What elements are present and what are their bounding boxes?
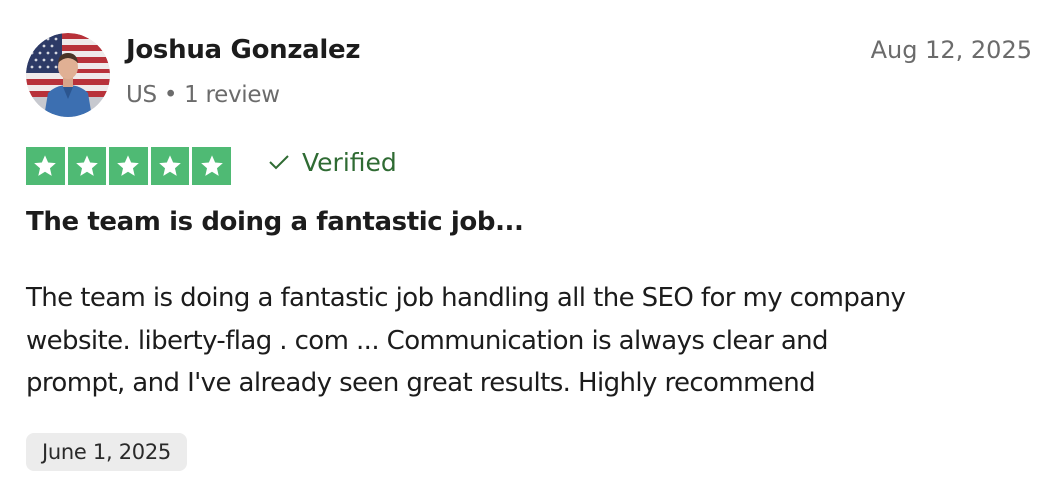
review-body-line: prompt, and I've already seen great resu… <box>26 368 816 398</box>
star-rating <box>26 147 231 185</box>
reviewer-meta: US • 1 review <box>126 82 280 108</box>
star-icon <box>150 147 190 185</box>
avatar[interactable] <box>26 33 110 117</box>
checkmark-icon <box>268 148 290 177</box>
star-icon <box>192 147 231 185</box>
verified-label: Verified <box>302 148 397 177</box>
star-icon <box>109 147 148 185</box>
review-date: Aug 12, 2025 <box>870 36 1032 64</box>
star-icon <box>26 147 65 185</box>
review-body: The team is doing a fantastic job handli… <box>26 277 1036 405</box>
star-icon <box>67 147 107 185</box>
experience-date-badge: June 1, 2025 <box>26 433 187 471</box>
review-title[interactable]: The team is doing a fantastic job... <box>26 207 524 237</box>
review-body-line: The team is doing a fantastic job handli… <box>26 283 906 313</box>
review-body-line: website. liberty-flag . com ... Communic… <box>26 325 829 356</box>
reviewer-name[interactable]: Joshua Gonzalez <box>126 35 361 65</box>
avatar-photo <box>26 33 110 117</box>
verified-badge[interactable]: Verified <box>268 148 397 177</box>
